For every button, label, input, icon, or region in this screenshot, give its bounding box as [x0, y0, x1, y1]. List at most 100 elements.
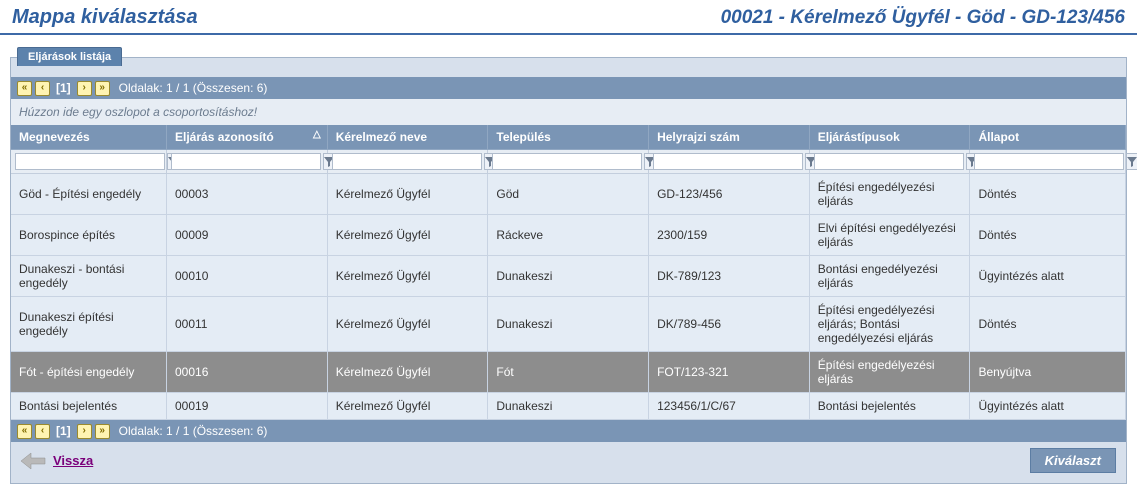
table-row[interactable]: Göd - Építési engedély00003Kérelmező Ügy…: [11, 174, 1126, 215]
filter-proctype-input[interactable]: [814, 153, 964, 170]
filter-settlement-input[interactable]: [492, 153, 642, 170]
table-cell: Kérelmező Ügyfél: [327, 256, 488, 297]
filter-name-input[interactable]: [15, 153, 165, 170]
table-cell: Benyújtva: [970, 352, 1126, 393]
col-header-name[interactable]: Megnevezés: [11, 125, 167, 150]
table-cell: 2300/159: [649, 215, 810, 256]
tab-cases-list[interactable]: Eljárások listája: [17, 47, 122, 66]
pager-next-button[interactable]: ›: [77, 81, 92, 96]
table-cell: Elvi építési engedélyezési eljárás: [809, 215, 970, 256]
col-header-label: Eljárás azonosító: [175, 130, 274, 144]
pager-prev-button[interactable]: ‹: [35, 81, 50, 96]
table-cell: Kérelmező Ügyfél: [327, 393, 488, 420]
pager-summary: Oldalak: 1 / 1 (Összesen: 6): [119, 424, 268, 438]
col-header-status[interactable]: Állapot: [970, 125, 1126, 150]
col-header-settlement[interactable]: Település: [488, 125, 649, 150]
back-link[interactable]: Vissza: [21, 451, 93, 471]
table-cell: Borospince építés: [11, 215, 167, 256]
table-row[interactable]: Borospince építés00009Kérelmező ÜgyfélRá…: [11, 215, 1126, 256]
table-cell: GD-123/456: [649, 174, 810, 215]
table-cell: Dunakeszi: [488, 393, 649, 420]
main-panel: Eljárások listája « ‹ [1] › » Oldalak: 1…: [10, 57, 1127, 484]
col-header-label: Helyrajzi szám: [657, 130, 740, 144]
table-cell: Ügyintézés alatt: [970, 393, 1126, 420]
table-cell: FOT/123-321: [649, 352, 810, 393]
table-cell: Döntés: [970, 297, 1126, 352]
filter-status-input[interactable]: [974, 153, 1124, 170]
table-cell: 00003: [167, 174, 328, 215]
table-cell: Kérelmező Ügyfél: [327, 215, 488, 256]
table-cell: Kérelmező Ügyfél: [327, 297, 488, 352]
table-cell: Dunakeszi: [488, 256, 649, 297]
pager-first-button[interactable]: «: [17, 81, 32, 96]
funnel-icon: [1127, 157, 1137, 167]
col-header-lotnum[interactable]: Helyrajzi szám: [649, 125, 810, 150]
pager-bottom: « ‹ [1] › » Oldalak: 1 / 1 (Összesen: 6): [11, 420, 1126, 442]
table-cell: Dunakeszi - bontási engedély: [11, 256, 167, 297]
table-cell: Bontási bejelentés: [11, 393, 167, 420]
filter-status-button[interactable]: [1126, 153, 1137, 170]
table-cell: Kérelmező Ügyfél: [327, 174, 488, 215]
col-header-label: Eljárástípusok: [818, 130, 900, 144]
pager-summary: Oldalak: 1 / 1 (Összesen: 6): [119, 81, 268, 95]
select-button[interactable]: Kiválaszt: [1030, 448, 1116, 473]
table-cell: Építési engedélyezési eljárás: [809, 352, 970, 393]
table-cell: DK-789/123: [649, 256, 810, 297]
table-cell: Fót: [488, 352, 649, 393]
pager-next-button[interactable]: ›: [77, 424, 92, 439]
table-row[interactable]: Bontási bejelentés00019Kérelmező ÜgyfélD…: [11, 393, 1126, 420]
table-cell: Kérelmező Ügyfél: [327, 352, 488, 393]
table-cell: Bontási engedélyezési eljárás: [809, 256, 970, 297]
page-context: 00021 - Kérelmező Ügyfél - Göd - GD-123/…: [721, 7, 1125, 29]
table-cell: 00016: [167, 352, 328, 393]
table-cell: Dunakeszi: [488, 297, 649, 352]
table-row[interactable]: Fót - építési engedély00016Kérelmező Ügy…: [11, 352, 1126, 393]
col-header-proctype[interactable]: Eljárástípusok: [809, 125, 970, 150]
page-header: Mappa kiválasztása 00021 - Kérelmező Ügy…: [0, 0, 1137, 35]
table-cell: Ráckeve: [488, 215, 649, 256]
pager-current: [1]: [53, 424, 74, 438]
table-cell: DK/789-456: [649, 297, 810, 352]
table-cell: Döntés: [970, 215, 1126, 256]
table-row[interactable]: Dunakeszi - bontási engedély00010Kérelme…: [11, 256, 1126, 297]
table-cell: 00011: [167, 297, 328, 352]
table-cell: Göd: [488, 174, 649, 215]
col-header-applicant[interactable]: Kérelmező neve: [327, 125, 488, 150]
col-header-label: Település: [496, 130, 550, 144]
group-hint[interactable]: Húzzon ide egy oszlopot a csoportosításh…: [11, 99, 1126, 125]
col-header-label: Kérelmező neve: [336, 130, 427, 144]
pager-prev-button[interactable]: ‹: [35, 424, 50, 439]
table-cell: Fót - építési engedély: [11, 352, 167, 393]
table-cell: Döntés: [970, 174, 1126, 215]
table-cell: Dunakeszi építési engedély: [11, 297, 167, 352]
cases-table: Megnevezés Eljárás azonosító △ Kérelmező…: [11, 125, 1126, 420]
table-cell: Ügyintézés alatt: [970, 256, 1126, 297]
pager-last-button[interactable]: »: [95, 424, 110, 439]
pager-first-button[interactable]: «: [17, 424, 32, 439]
col-header-caseid[interactable]: Eljárás azonosító △: [167, 125, 328, 150]
sort-asc-icon[interactable]: △: [313, 129, 321, 140]
back-label: Vissza: [53, 453, 93, 468]
table-cell: Göd - Építési engedély: [11, 174, 167, 215]
table-row[interactable]: Dunakeszi építési engedély00011Kérelmező…: [11, 297, 1126, 352]
filter-lotnum-input[interactable]: [653, 153, 803, 170]
back-arrow-icon: [21, 451, 47, 471]
table-cell: Építési engedélyezési eljárás; Bontási e…: [809, 297, 970, 352]
pager-top: « ‹ [1] › » Oldalak: 1 / 1 (Összesen: 6): [11, 77, 1126, 99]
filter-caseid-input[interactable]: [171, 153, 321, 170]
footer-bar: Vissza Kiválaszt: [11, 442, 1126, 473]
pager-current: [1]: [53, 81, 74, 95]
filter-row: [11, 150, 1126, 174]
page-title: Mappa kiválasztása: [12, 6, 198, 29]
filter-applicant-input[interactable]: [332, 153, 482, 170]
table-cell: Bontási bejelentés: [809, 393, 970, 420]
col-header-label: Megnevezés: [19, 130, 90, 144]
pager-last-button[interactable]: »: [95, 81, 110, 96]
table-cell: Építési engedélyezési eljárás: [809, 174, 970, 215]
col-header-label: Állapot: [978, 130, 1019, 144]
table-cell: 123456/1/C/67: [649, 393, 810, 420]
table-cell: 00009: [167, 215, 328, 256]
table-cell: 00019: [167, 393, 328, 420]
table-cell: 00010: [167, 256, 328, 297]
table-header-row: Megnevezés Eljárás azonosító △ Kérelmező…: [11, 125, 1126, 150]
